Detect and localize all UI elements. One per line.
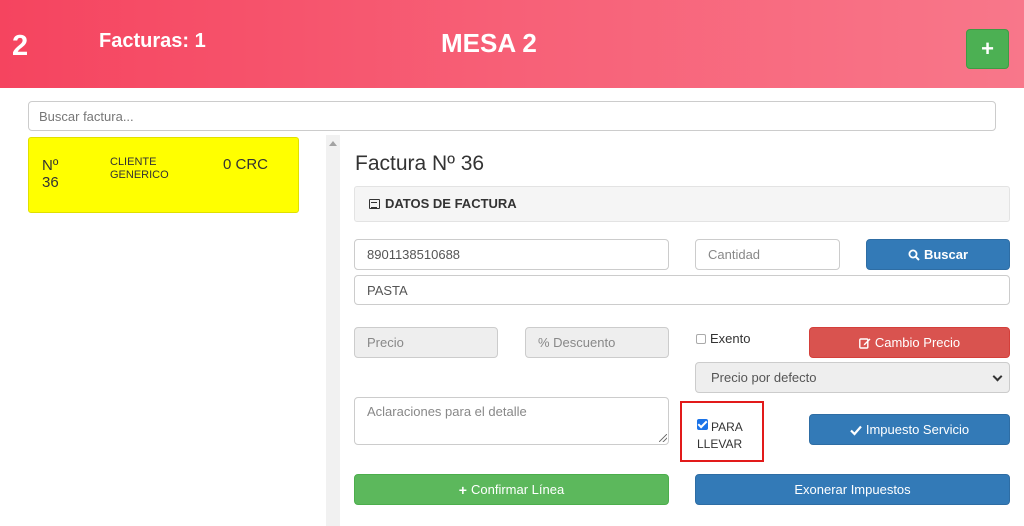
exento-label: Exento [710, 331, 751, 346]
resize-grip-icon[interactable] [659, 434, 667, 442]
add-invoice-button[interactable]: + [966, 29, 1009, 69]
facturas-count: Facturas: 1 [99, 30, 206, 52]
plus-icon: + [458, 481, 467, 498]
scrollbar[interactable] [326, 135, 340, 526]
datos-factura-heading: DATOS DE FACTURA [354, 186, 1010, 222]
confirmar-linea-label: Confirmar Línea [470, 482, 565, 497]
mesa-title: MESA 2 [441, 28, 537, 58]
description-input[interactable] [354, 275, 1010, 305]
invoice-amount: 0 CRC [223, 156, 269, 173]
cantidad-input[interactable] [695, 239, 840, 270]
exento-checkbox[interactable]: Exento [696, 331, 750, 346]
scroll-up-arrow-icon[interactable] [329, 141, 337, 146]
cambio-precio-label: Cambio Precio [874, 335, 961, 350]
search-icon [908, 249, 920, 261]
aclaraciones-textarea[interactable] [354, 397, 669, 445]
para-llevar-highlight: PARA LLEVAR [680, 401, 764, 462]
mesa-number: 2 [12, 30, 29, 62]
barcode-input[interactable] [354, 239, 669, 270]
impuesto-servicio-label: Impuesto Servicio [865, 422, 970, 437]
precio-input[interactable] [354, 327, 498, 358]
descuento-input[interactable] [525, 327, 669, 358]
invoice-number: Nº 36 [42, 157, 59, 191]
precio-select[interactable]: Precio por defecto [695, 362, 1010, 393]
exonerar-impuestos-button[interactable]: Exonerar Impuestos [695, 474, 1010, 505]
exonerar-impuestos-label: Exonerar Impuestos [794, 482, 911, 497]
checkbox-unchecked-icon[interactable] [696, 333, 706, 344]
search-invoice-input[interactable] [28, 101, 996, 131]
para-llevar-label: PARA LLEVAR [697, 420, 743, 451]
chevron-down-icon [992, 371, 1003, 382]
invoice-client: CLIENTE GENERICO [110, 156, 169, 181]
buscar-label: Buscar [923, 247, 969, 262]
header-bar: 2 Facturas: 1 MESA 2 + [0, 0, 1024, 88]
cambio-precio-button[interactable]: Cambio Precio [809, 327, 1010, 358]
calendar-icon [369, 199, 380, 209]
invoice-card[interactable]: Nº 36 CLIENTE GENERICO 0 CRC [28, 137, 299, 213]
datos-factura-label: DATOS DE FACTURA [385, 196, 517, 211]
confirmar-linea-button[interactable]: + Confirmar Línea [354, 474, 669, 505]
precio-select-value: Precio por defecto [711, 370, 817, 385]
buscar-button[interactable]: Buscar [866, 239, 1010, 270]
factura-title: Factura Nº 36 [355, 152, 485, 175]
check-icon [850, 425, 862, 436]
edit-icon [858, 337, 871, 349]
impuesto-servicio-button[interactable]: Impuesto Servicio [809, 414, 1010, 445]
